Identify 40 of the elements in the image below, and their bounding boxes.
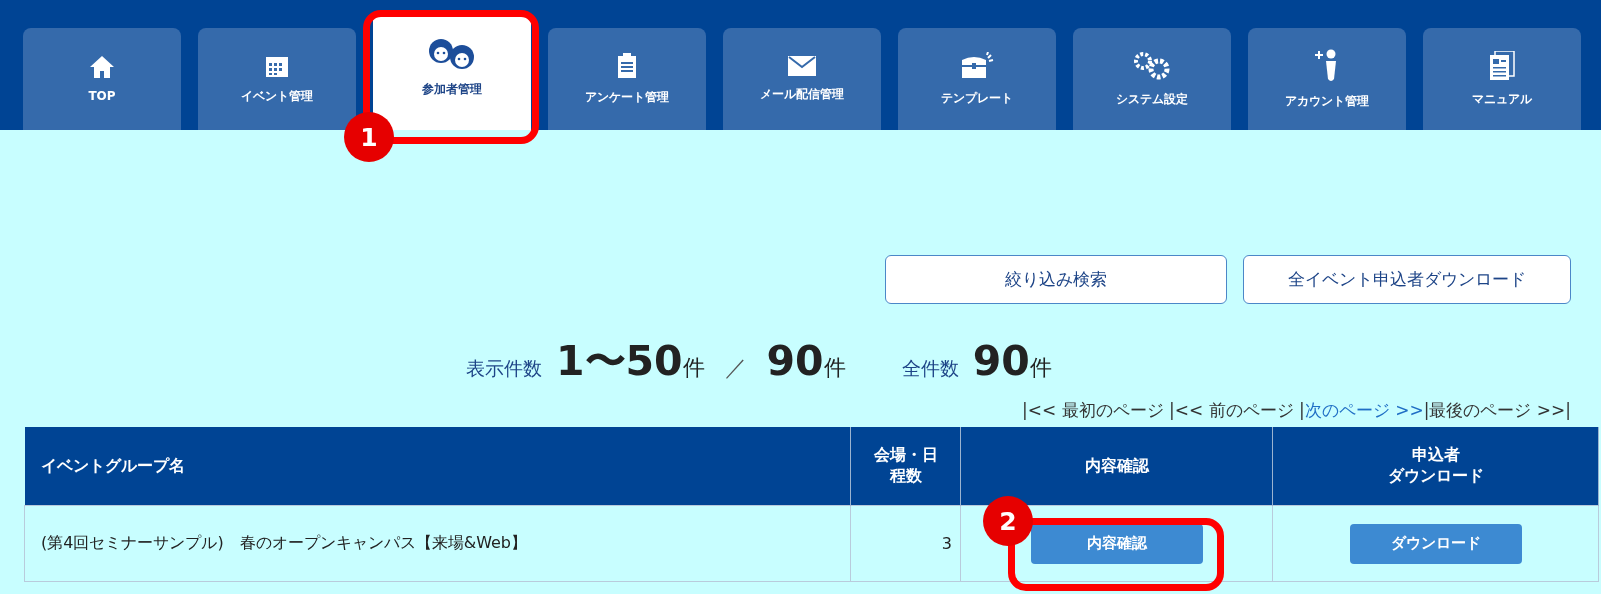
- column-header: 会場・日: [873, 445, 938, 466]
- nav-tab[interactable]: アカウント管理: [1248, 28, 1406, 130]
- column-header: 内容確認: [1084, 455, 1149, 477]
- nav-tab[interactable]: TOP: [23, 28, 181, 130]
- nav-tab[interactable]: テンプレート: [898, 28, 1056, 130]
- nav-tab[interactable]: マニュアル: [1423, 28, 1581, 130]
- nav-tab[interactable]: システム設定: [1073, 28, 1231, 130]
- pager-text: << 前のページ |: [1174, 399, 1305, 422]
- gears-icon: [1133, 50, 1171, 81]
- view-button[interactable]: 内容確認: [1030, 523, 1203, 564]
- pager-text: |<< 最初のページ |: [1021, 399, 1175, 422]
- count-label: 表示件数: [466, 356, 542, 381]
- nav-tab[interactable]: アンケート管理: [548, 28, 706, 130]
- table-cell: (第4回セミナーサンプル) 春のオープンキャンパス【来場&Web】: [24, 505, 851, 582]
- count-value: 1〜50: [556, 336, 683, 387]
- mail-icon: [788, 55, 816, 76]
- column-header: ダウンロード: [1387, 466, 1484, 487]
- column-header: イベントグループ名: [40, 455, 185, 477]
- count-separator: ／: [724, 354, 747, 382]
- count-value: 90: [766, 337, 824, 385]
- pager-text: |最後のページ >>|: [1423, 399, 1571, 422]
- table-cell: 3: [850, 505, 961, 582]
- nav-tab[interactable]: イベント管理: [198, 28, 356, 130]
- action-button[interactable]: 全イベント申込者ダウンロード: [1243, 255, 1571, 304]
- column-header: 程数: [889, 466, 922, 487]
- column-header: 申込者: [1411, 445, 1460, 466]
- count-label: 全件数: [901, 356, 959, 381]
- count-unit: 件: [682, 355, 705, 382]
- clipboard-icon: [617, 52, 637, 79]
- download-button[interactable]: ダウンロード: [1349, 523, 1522, 564]
- count-unit: 件: [823, 355, 846, 382]
- count-unit: 件: [1029, 355, 1052, 382]
- document-icon: [1489, 50, 1515, 81]
- count-value: 90: [972, 337, 1030, 385]
- home-icon: [89, 55, 115, 79]
- step-badge: 1: [344, 112, 394, 162]
- pager-link[interactable]: 次のページ >>: [1304, 399, 1424, 422]
- action-button[interactable]: 絞り込み検索: [885, 255, 1227, 304]
- nav-tab[interactable]: メール配信管理: [723, 28, 881, 130]
- chest-icon: [960, 51, 994, 80]
